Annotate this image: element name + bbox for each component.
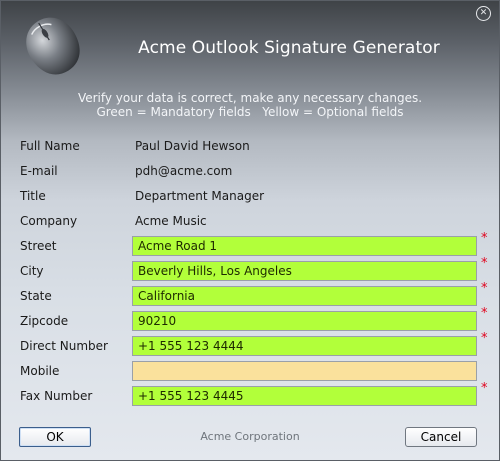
required-marker: * <box>481 331 488 346</box>
street-field[interactable] <box>132 236 477 256</box>
full-name-row: Full Name Paul David Hewson <box>1 135 499 160</box>
city-label: City <box>20 264 44 278</box>
direct-number-field[interactable] <box>132 336 477 356</box>
title-row: Title Department Manager <box>1 185 499 210</box>
zipcode-row: Zipcode * <box>1 306 499 335</box>
required-marker: * <box>481 256 488 271</box>
close-icon: ✕ <box>479 8 488 18</box>
state-field[interactable] <box>132 286 477 306</box>
city-row: City * <box>1 256 499 285</box>
title-value: Department Manager <box>135 189 265 203</box>
instructions-line-2: Green = Mandatory fields Yellow = Option… <box>96 105 404 119</box>
window-title: Acme Outlook Signature Generator <box>138 38 440 58</box>
instructions: Verify your data is correct, make any ne… <box>1 91 499 119</box>
full-name-label: Full Name <box>20 139 80 153</box>
company-value: Acme Music <box>135 214 207 228</box>
required-marker: * <box>481 306 488 321</box>
city-field[interactable] <box>132 261 477 281</box>
email-row: E-mail pdh@acme.com <box>1 160 499 185</box>
company-label: Company <box>20 214 78 228</box>
company-row: Company Acme Music <box>1 210 499 235</box>
zipcode-label: Zipcode <box>20 314 69 328</box>
email-label: E-mail <box>20 164 58 178</box>
close-button[interactable]: ✕ <box>476 6 491 21</box>
email-value: pdh@acme.com <box>135 164 233 178</box>
direct-number-row: Direct Number * <box>1 331 499 360</box>
fax-number-label: Fax Number <box>20 389 93 403</box>
direct-number-label: Direct Number <box>20 339 108 353</box>
mobile-field[interactable] <box>132 361 477 381</box>
state-label: State <box>20 289 52 303</box>
fax-number-row: Fax Number * <box>1 381 499 410</box>
full-name-value: Paul David Hewson <box>135 139 250 153</box>
state-row: State * <box>1 281 499 310</box>
required-marker: * <box>481 381 488 396</box>
instructions-line-1: Verify your data is correct, make any ne… <box>77 91 423 105</box>
mobile-row: Mobile <box>1 360 499 385</box>
mobile-label: Mobile <box>20 364 60 378</box>
street-label: Street <box>20 239 57 253</box>
fax-number-field[interactable] <box>132 386 477 406</box>
title-label: Title <box>20 189 46 203</box>
zipcode-field[interactable] <box>132 311 477 331</box>
required-marker: * <box>481 281 488 296</box>
required-marker: * <box>481 231 488 246</box>
cancel-button[interactable]: Cancel <box>405 427 477 447</box>
street-row: Street * <box>1 231 499 260</box>
signature-generator-window: ✕ Acme Outlook Signature Generator Verif… <box>0 0 500 461</box>
